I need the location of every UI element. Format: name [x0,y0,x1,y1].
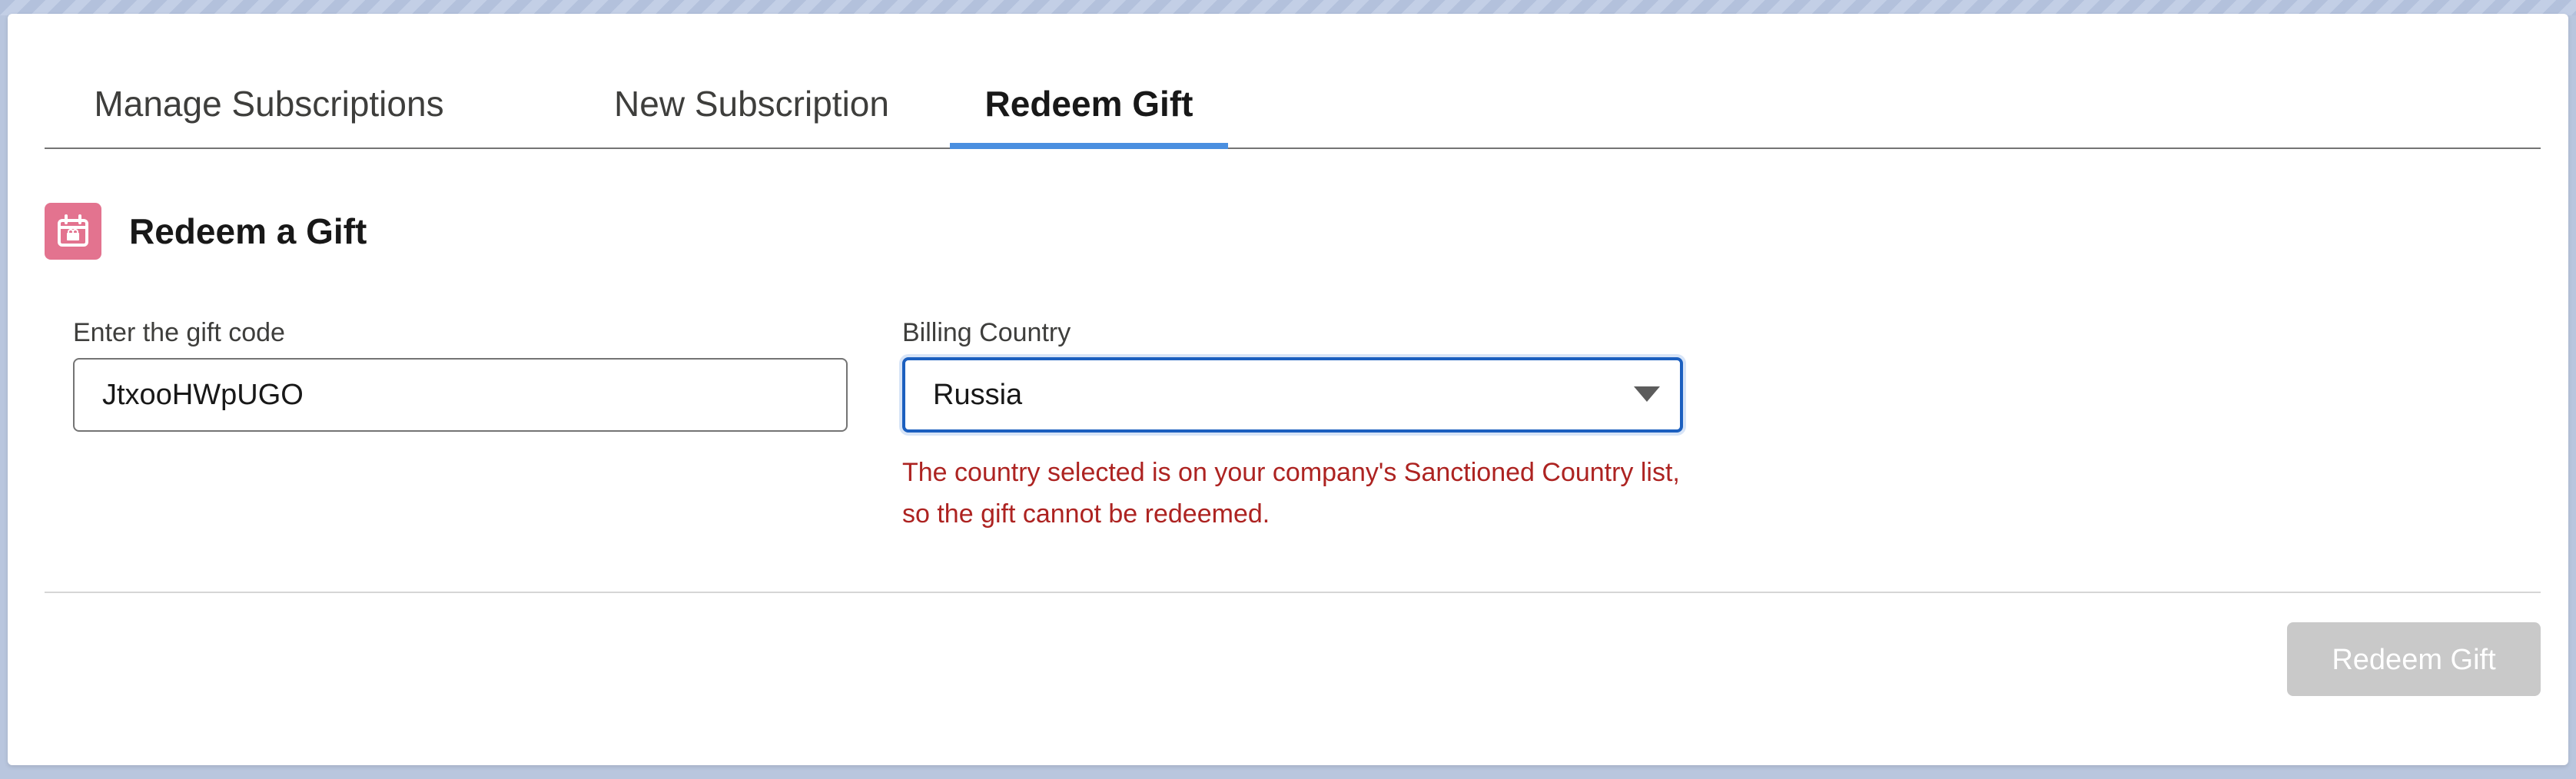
gift-calendar-icon [45,203,101,260]
billing-country-error: The country selected is on your company'… [902,458,1680,529]
billing-country-label: Billing Country [902,318,1071,347]
tab-bar: Manage Subscriptions New Subscription Re… [45,60,2541,149]
gift-code-label: Enter the gift code [73,318,285,347]
footer-divider [45,592,2541,593]
section-title: Redeem a Gift [129,211,367,251]
redeem-gift-panel: Manage Subscriptions New Subscription Re… [8,14,2568,765]
window-background [0,0,2576,15]
tab-redeem-gift[interactable]: Redeem Gift [950,60,1228,149]
gift-code-input[interactable] [73,358,848,432]
tab-new-subscription[interactable]: New Subscription [573,60,930,148]
tab-manage-subscriptions[interactable]: Manage Subscriptions [45,60,493,148]
redeem-gift-button[interactable]: Redeem Gift [2287,622,2541,696]
section-header: Redeem a Gift [45,201,367,261]
chevron-down-icon [1634,386,1660,402]
billing-country-value: Russia [933,379,1023,411]
billing-country-select[interactable]: Russia [902,357,1683,433]
